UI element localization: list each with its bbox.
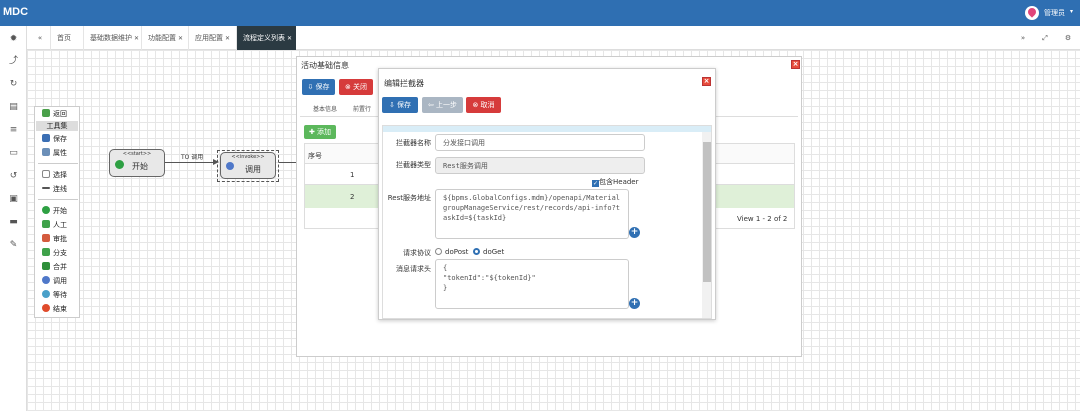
- tab-pre[interactable]: 前置行: [353, 104, 371, 113]
- user-name[interactable]: 管理员: [1044, 8, 1065, 18]
- properties-icon: [42, 148, 50, 156]
- end-icon: [42, 304, 50, 312]
- activity-close-icon[interactable]: ×: [791, 60, 800, 69]
- tab-basic-info[interactable]: 基本信息: [313, 104, 337, 113]
- list-icon[interactable]: ≡: [7, 124, 20, 137]
- add-param-icon[interactable]: +: [629, 227, 640, 238]
- save-icon: [42, 134, 50, 142]
- activity-close-button[interactable]: ⊗ 关闭: [339, 79, 373, 95]
- toolbox-back[interactable]: 返回: [42, 109, 67, 119]
- fullscreen-icon[interactable]: ⤢: [1035, 26, 1055, 50]
- monitor-icon[interactable]: ▬: [7, 216, 20, 229]
- card-icon[interactable]: ▭: [7, 147, 20, 160]
- toolbox-header: 工具集: [36, 121, 78, 131]
- tab-process-list[interactable]: 流程定义列表 ✕: [236, 26, 296, 50]
- activity-panel-title: 活动基础信息: [301, 61, 349, 70]
- start-icon: [115, 160, 124, 169]
- toolbox-save[interactable]: 保存: [42, 134, 67, 144]
- flow-edge[interactable]: [165, 162, 217, 163]
- start-icon: [42, 206, 50, 214]
- flow-canvas[interactable]: 返回 工具集 保存 属性 选择 连线 开始 人工 审批 分支 合并 调用 等待 …: [27, 50, 1080, 411]
- include-header-checkbox[interactable]: ✓包含Header: [592, 177, 639, 187]
- edit-interceptor-dialog: 编辑拦截器 × ⇩ 保存 ⇦ 上一步 ⊗ 取消 拦截器名称 分发接口调用 拦截器…: [378, 68, 716, 320]
- add-header-icon[interactable]: +: [629, 298, 640, 309]
- headers-textarea[interactable]: { "tokenId":"${tokenId}" }: [435, 259, 629, 309]
- rest-url-textarea[interactable]: ${bpms.GlobalConfigs.mdm}/openapi/Materi…: [435, 189, 629, 239]
- clock-icon: [42, 290, 50, 298]
- flow-node-start[interactable]: <<start>> 开始: [109, 149, 165, 177]
- tab-bar: « 首页 基础数据维护 ✕ 功能配置 ✕ 应用配置 ✕ 流程定义列表 ✕ » ⤢ ⚙: [27, 26, 1080, 50]
- chevron-down-icon[interactable]: ▾: [1070, 8, 1073, 15]
- tabs-scroll-right-icon[interactable]: »: [1013, 26, 1033, 50]
- cursor-icon: [42, 170, 50, 178]
- user-avatar-icon[interactable]: [1025, 6, 1039, 20]
- refresh-icon[interactable]: ↻: [7, 78, 20, 91]
- back-icon: [42, 109, 50, 117]
- database-icon[interactable]: ▤: [7, 101, 20, 114]
- toolbox-node-approve[interactable]: 审批: [42, 234, 67, 244]
- toolbox-node-branch[interactable]: 分支: [42, 248, 67, 258]
- tab-home[interactable]: 首页: [50, 26, 83, 50]
- dialog-form: 拦截器名称 分发接口调用 拦截器类型 Rest服务调用 ✓包含Header Re…: [382, 125, 712, 319]
- arrow-icon: [42, 187, 50, 189]
- flow-node-invoke[interactable]: <<invoke>> 调用: [220, 152, 276, 179]
- sidebar: ✹ ⤴ ↻ ▤ ≡ ▭ ↺ ▣ ▬ ✎: [0, 26, 27, 411]
- brand-logo: MDC: [3, 6, 29, 18]
- wrench-icon[interactable]: ✎: [7, 239, 20, 252]
- fork-icon: [42, 248, 50, 256]
- add-button[interactable]: ✚ 添加: [304, 125, 336, 139]
- close-icon: ✕: [287, 35, 293, 42]
- table-header: 序号: [308, 152, 322, 160]
- person-icon: [42, 220, 50, 228]
- tab-app-config[interactable]: 应用配置 ✕: [188, 26, 236, 50]
- gear-icon[interactable]: ✹: [7, 33, 20, 46]
- top-bar: MDC 管理员 ▾: [0, 0, 1080, 26]
- invoke-icon: [226, 162, 234, 170]
- close-icon: ✕: [178, 35, 184, 42]
- dialog-save-button[interactable]: ⇩ 保存: [382, 97, 418, 113]
- join-icon: [42, 262, 50, 270]
- invoke-icon: [42, 276, 50, 284]
- tab-function-config[interactable]: 功能配置 ✕: [141, 26, 188, 50]
- dialog-title: 编辑拦截器: [384, 79, 424, 88]
- toolbox-node-invoke[interactable]: 调用: [42, 276, 67, 286]
- toolbox-node-start[interactable]: 开始: [42, 206, 67, 216]
- toolbox-node-human[interactable]: 人工: [42, 220, 67, 230]
- dialog-close-icon[interactable]: ×: [702, 77, 711, 86]
- settings-icon[interactable]: ⚙: [1058, 26, 1078, 50]
- tabs-scroll-left-icon[interactable]: «: [32, 26, 48, 50]
- undo-icon[interactable]: ↺: [7, 170, 20, 183]
- chart-icon[interactable]: ⤴: [7, 55, 20, 68]
- scrollbar[interactable]: [702, 132, 711, 318]
- toolbox-properties[interactable]: 属性: [42, 148, 67, 158]
- pager-info: View 1 - 2 of 2: [737, 215, 788, 223]
- toolbox-connect[interactable]: 连线: [42, 184, 67, 194]
- method-radio-post[interactable]: doPost: [435, 248, 468, 256]
- interceptor-name-input[interactable]: 分发接口调用: [435, 134, 645, 151]
- toolbox: 返回 工具集 保存 属性 选择 连线 开始 人工 审批 分支 合并 调用 等待 …: [34, 106, 80, 318]
- close-icon: ✕: [225, 35, 231, 42]
- tab-basic-data[interactable]: 基础数据维护 ✕: [83, 26, 141, 50]
- close-icon: ✕: [134, 35, 140, 42]
- toolbox-node-join[interactable]: 合并: [42, 262, 67, 272]
- method-radio-get[interactable]: doGet: [473, 248, 504, 256]
- dialog-cancel-button[interactable]: ⊗ 取消: [466, 97, 501, 113]
- window-icon[interactable]: ▣: [7, 193, 20, 206]
- interceptor-type-input[interactable]: Rest服务调用: [435, 157, 645, 174]
- flow-edge-label: TO 调用: [181, 154, 204, 161]
- prev-step-button[interactable]: ⇦ 上一步: [422, 97, 463, 113]
- toolbox-select[interactable]: 选择: [42, 170, 67, 180]
- toolbox-node-wait[interactable]: 等待: [42, 290, 67, 300]
- activity-save-button[interactable]: ⇩ 保存: [302, 79, 335, 95]
- approve-icon: [42, 234, 50, 242]
- toolbox-node-end[interactable]: 结束: [42, 304, 67, 314]
